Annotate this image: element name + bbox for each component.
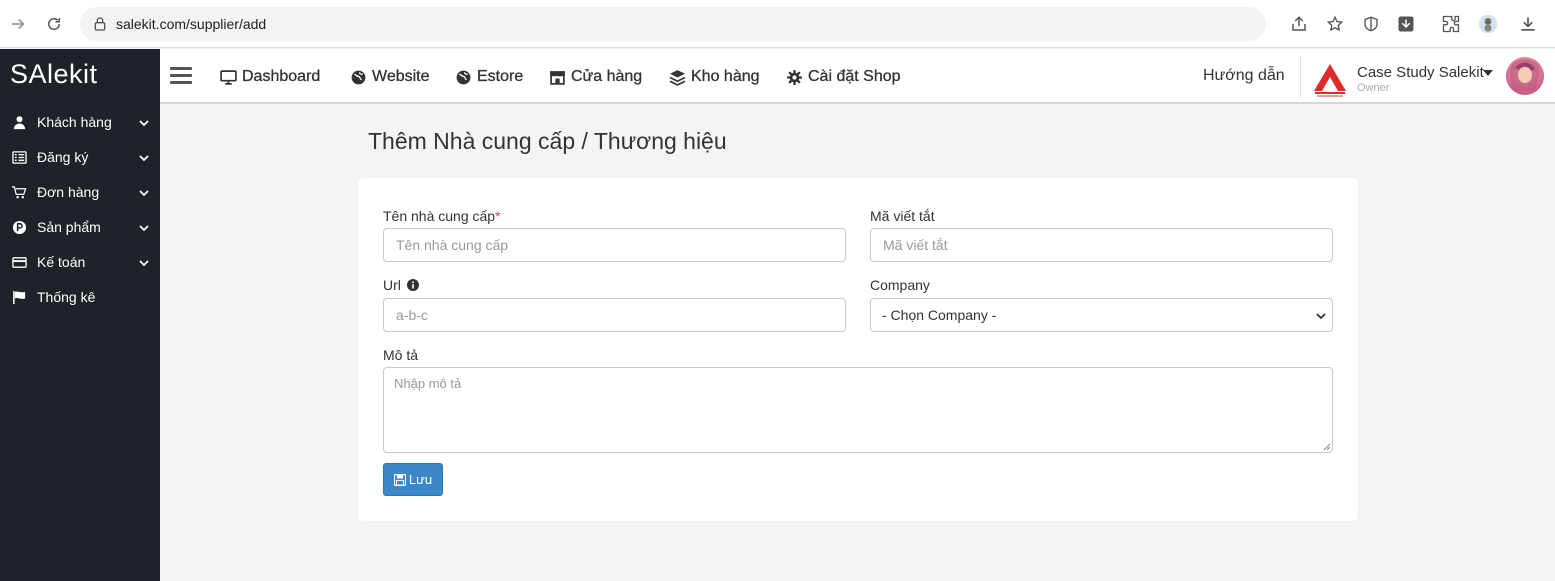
company-logo[interactable] <box>1311 61 1349 99</box>
avatar[interactable] <box>1506 57 1544 95</box>
company-role: Owner <box>1357 82 1390 94</box>
puzzle-extension-icon[interactable] <box>1439 12 1463 36</box>
description-label: Mô tả <box>383 347 419 363</box>
caret-down-icon[interactable] <box>1483 69 1493 77</box>
sidebar-item-label: Đơn hàng <box>37 184 100 200</box>
nav-estore-label: Estore <box>477 68 524 85</box>
page-title: Thêm Nhà cung cấp / Thương hiệu <box>368 128 727 154</box>
globe-icon <box>456 70 471 84</box>
sidebar-item-label: Sản phẩm <box>37 219 101 235</box>
supplier-name-label: Tên nhà cung cấp* <box>383 208 501 224</box>
chevron-down-icon <box>139 190 149 197</box>
product-p-icon <box>11 219 27 235</box>
nav-dashboard-label: Dashboard <box>242 68 321 85</box>
salekit-logo[interactable]: SAlekit <box>10 59 98 90</box>
save-button-label: Lưu <box>408 472 433 487</box>
profile-extension-icon[interactable] <box>1476 12 1500 36</box>
gear-icon <box>787 69 802 85</box>
company-label: Company <box>870 277 930 293</box>
url-text: salekit.com/supplier/add <box>116 16 267 32</box>
sidebar-item-label: Khách hàng <box>37 114 112 130</box>
sidebar-item-thong-ke[interactable]: Thống kê <box>0 282 160 312</box>
user-icon <box>11 114 27 130</box>
nav-cua-hang-label: Cửa hàng <box>571 68 643 85</box>
share-icon[interactable] <box>1289 14 1309 34</box>
sidebar-item-dang-ky[interactable]: Đăng ký <box>0 142 160 172</box>
cart-icon <box>11 184 27 200</box>
required-mark: * <box>495 208 501 224</box>
browser-toolbar: salekit.com/supplier/add <box>0 0 1555 48</box>
supplier-name-label-text: Tên nhà cung cấp <box>383 208 496 224</box>
nav-dashboard[interactable]: Dashboard <box>220 68 320 86</box>
credit-card-icon <box>11 254 27 270</box>
sidebar-item-khach-hang[interactable]: Khách hàng <box>0 107 160 137</box>
nav-website-label: Website <box>372 68 430 85</box>
nav-cai-dat-shop[interactable]: Cài đặt Shop <box>786 68 901 86</box>
layers-icon <box>669 69 686 86</box>
top-navbar: Dashboard Website Estore Cửa hàng Kho hà… <box>160 49 1555 104</box>
bookmark-star-icon[interactable] <box>1325 14 1345 34</box>
chevron-down-icon <box>139 120 149 127</box>
chevron-down-icon <box>139 260 149 267</box>
store-icon <box>550 70 565 85</box>
list-icon <box>11 149 27 165</box>
address-bar[interactable]: salekit.com/supplier/add <box>80 7 1414 41</box>
guide-link[interactable]: Hướng dẫn <box>1203 67 1285 85</box>
url-input[interactable] <box>383 298 846 332</box>
sidebar-item-don-hang[interactable]: Đơn hàng <box>0 177 160 207</box>
company-select[interactable]: - Chọn Company - <box>870 298 1333 332</box>
nav-cua-hang[interactable]: Cửa hàng <box>549 68 642 86</box>
nav-divider <box>1300 55 1301 99</box>
floppy-disk-icon <box>393 473 406 486</box>
description-wrapper <box>383 367 1333 453</box>
download-icon[interactable] <box>1516 12 1540 36</box>
url-label: Url <box>383 277 419 293</box>
sidebar: SAlekit Khách hàng Đăng ký Đơn hàng Sản … <box>0 49 160 581</box>
chevron-down-icon <box>139 155 149 162</box>
company-select-value: - Chọn Company - <box>882 307 997 323</box>
hamburger-menu-icon[interactable] <box>170 67 192 85</box>
nav-kho-hang[interactable]: Kho hàng <box>669 68 760 86</box>
sidebar-item-ke-toan[interactable]: Kế toán <box>0 247 160 277</box>
monitor-icon <box>220 69 237 85</box>
flag-icon <box>11 289 27 305</box>
sidebar-item-label: Thống kê <box>37 289 96 305</box>
sidebar-item-label: Kế toán <box>37 254 86 270</box>
shield-icon[interactable] <box>1361 14 1381 34</box>
download-box-icon[interactable] <box>1396 14 1416 34</box>
nav-estore[interactable]: Estore <box>455 68 523 86</box>
nav-website[interactable]: Website <box>350 68 430 86</box>
sidebar-item-label: Đăng ký <box>37 149 89 165</box>
sidebar-item-san-pham[interactable]: Sản phẩm <box>0 212 160 242</box>
description-textarea[interactable] <box>383 367 1333 453</box>
supplier-name-input[interactable] <box>383 228 846 262</box>
chevron-down-icon <box>139 225 149 232</box>
reload-icon[interactable] <box>42 12 66 36</box>
abbr-input[interactable] <box>870 228 1333 262</box>
resize-grip-icon[interactable] <box>1323 443 1331 451</box>
company-name[interactable]: Case Study Salekit <box>1357 64 1484 81</box>
forward-arrow-icon[interactable] <box>6 12 30 36</box>
nav-cai-dat-shop-label: Cài đặt Shop <box>808 68 901 85</box>
chevron-down-icon <box>1316 313 1326 320</box>
abbr-label: Mã viết tắt <box>870 208 935 224</box>
save-button[interactable]: Lưu <box>383 463 443 496</box>
lock-icon <box>94 17 106 31</box>
globe-icon <box>351 70 366 84</box>
nav-kho-hang-label: Kho hàng <box>691 68 760 85</box>
info-icon[interactable] <box>406 279 419 291</box>
url-label-text: Url <box>383 277 401 293</box>
